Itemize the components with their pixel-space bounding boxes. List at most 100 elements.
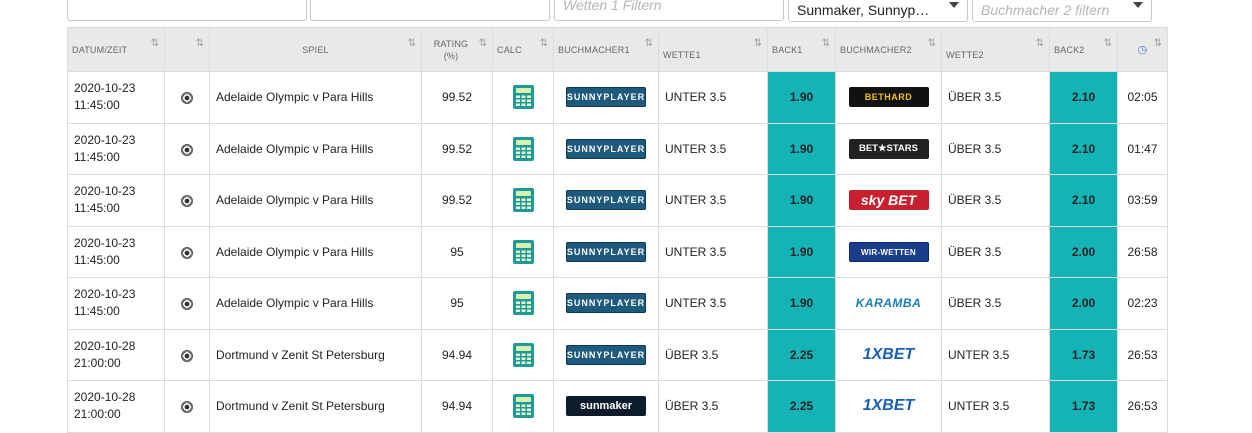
cell-back1[interactable]: 1.90 [767, 174, 836, 227]
calculator-icon[interactable] [512, 342, 534, 367]
cell-back1[interactable]: 2.25 [767, 328, 836, 381]
calculator-icon[interactable] [512, 291, 534, 316]
sort-arrows-icon[interactable]: ⇅ [1154, 38, 1163, 49]
sort-arrows-icon[interactable]: ⇅ [151, 38, 160, 49]
bookmaker1-logo[interactable]: SUNNYPLAYER [566, 190, 646, 211]
cell-back1[interactable]: 1.90 [767, 71, 836, 124]
cell-bookmaker1[interactable]: SUNNYPLAYER [553, 225, 659, 278]
bookmakers1-filter-select[interactable]: Sunmaker, Sunnyp… [788, 0, 968, 22]
cell-calc[interactable] [492, 225, 554, 278]
sort-arrows-icon[interactable]: ⇅ [645, 38, 654, 49]
sort-arrows-icon[interactable]: ⇅ [408, 38, 417, 49]
col-header-age[interactable]: ◷ ⇅ [1117, 27, 1168, 72]
sort-arrows-icon[interactable]: ⇅ [822, 38, 831, 49]
cell-back2[interactable]: 2.10 [1049, 122, 1118, 175]
sort-arrows-icon[interactable]: ⇅ [754, 38, 763, 49]
sort-arrows-icon[interactable]: ⇅ [196, 38, 205, 49]
bookmaker2-logo[interactable]: 1XBET [849, 396, 929, 416]
cell-bookmaker1[interactable]: SUNNYPLAYER [553, 71, 659, 124]
calculator-icon[interactable] [512, 394, 534, 419]
cell-calc[interactable] [492, 174, 554, 227]
cell-bookmaker2[interactable]: BET★STARS [835, 122, 942, 175]
col-header-back1[interactable]: BACK1 ⇅ [767, 27, 836, 72]
cell-back2[interactable]: 2.00 [1049, 225, 1118, 278]
cell-back1[interactable]: 1.90 [767, 122, 836, 175]
game-filter-input[interactable] [310, 0, 550, 21]
cell-calc[interactable] [492, 277, 554, 330]
cell-bookmaker1[interactable]: SUNNYPLAYER [553, 277, 659, 330]
calculator-icon[interactable] [512, 188, 534, 213]
col-header-game[interactable]: SPIEL ⇅ [209, 27, 422, 72]
table-row[interactable]: 2020-10-28 21:00:00 Dortmund v Zenit St … [67, 328, 1168, 381]
bookmaker1-logo[interactable]: SUNNYPLAYER [566, 293, 646, 314]
cell-bookmaker1[interactable]: SUNNYPLAYER [553, 328, 659, 381]
table-row[interactable]: 2020-10-23 11:45:00 Adelaide Olympic v P… [67, 71, 1168, 124]
col-header-back2[interactable]: BACK2 ⇅ [1049, 27, 1118, 72]
cell-back2[interactable]: 1.73 [1049, 328, 1118, 381]
cell-back2[interactable]: 2.10 [1049, 174, 1118, 227]
col-header-bet1[interactable]: WETTE1 ⇅ [658, 27, 768, 72]
bookmaker2-logo[interactable]: BETHARD [848, 87, 929, 108]
sort-arrows-icon[interactable]: ⇅ [928, 38, 937, 49]
col-header-bet2[interactable]: WETTE2 ⇅ [941, 27, 1050, 72]
cell-bookmaker2[interactable]: sky BET [835, 174, 942, 227]
bookmaker1-logo[interactable]: SUNNYPLAYER [566, 87, 646, 108]
cell-calc[interactable] [492, 71, 554, 124]
table-row[interactable]: 2020-10-23 11:45:00 Adelaide Olympic v P… [67, 122, 1168, 175]
cell-bookmaker2[interactable]: BETHARD [835, 71, 942, 124]
cell-game[interactable]: Dortmund v Zenit St Petersburg [209, 380, 422, 433]
sort-arrows-icon[interactable]: ⇅ [540, 38, 549, 49]
bookmaker2-logo[interactable]: sky BET [848, 190, 929, 211]
col-header-sport[interactable]: ⇅ [164, 27, 210, 72]
cell-back1[interactable]: 1.90 [767, 277, 836, 330]
cell-calc[interactable] [492, 328, 554, 381]
bookmakers2-filter-select[interactable]: Buchmacher 2 filtern [972, 0, 1152, 22]
sort-arrows-icon[interactable]: ⇅ [1036, 38, 1045, 49]
cell-calc[interactable] [492, 380, 554, 433]
cell-back1[interactable]: 1.90 [767, 225, 836, 278]
calculator-icon[interactable] [512, 85, 534, 110]
calculator-icon[interactable] [512, 136, 534, 161]
col-header-calc[interactable]: CALC ⇅ [492, 27, 554, 72]
cell-game[interactable]: Adelaide Olympic v Para Hills [209, 71, 422, 124]
cell-bookmaker2[interactable]: KARAMBA [835, 277, 942, 330]
table-row[interactable]: 2020-10-23 11:45:00 Adelaide Olympic v P… [67, 277, 1168, 330]
bookmaker1-logo[interactable]: sunmaker [566, 396, 646, 417]
bookmaker1-logo[interactable]: SUNNYPLAYER [566, 138, 646, 159]
col-header-bookmaker2[interactable]: BUCHMACHER2 ⇅ [835, 27, 942, 72]
cell-calc[interactable] [492, 122, 554, 175]
cell-back2[interactable]: 2.10 [1049, 71, 1118, 124]
bookmaker2-logo[interactable]: WIR-WETTEN [848, 241, 929, 262]
cell-bookmaker1[interactable]: SUNNYPLAYER [553, 122, 659, 175]
cell-back2[interactable]: 2.00 [1049, 277, 1118, 330]
bookmaker2-logo[interactable]: KARAMBA [849, 293, 929, 313]
cell-back2[interactable]: 1.73 [1049, 380, 1118, 433]
bookmaker1-logo[interactable]: SUNNYPLAYER [566, 344, 646, 365]
table-row[interactable]: 2020-10-28 21:00:00 Dortmund v Zenit St … [67, 380, 1168, 433]
bets1-filter-select[interactable]: Wetten 1 Filtern [554, 0, 784, 21]
table-row[interactable]: 2020-10-23 11:45:00 Adelaide Olympic v P… [67, 174, 1168, 227]
cell-bookmaker2[interactable]: 1XBET [835, 328, 942, 381]
cell-bookmaker2[interactable]: 1XBET [835, 380, 942, 433]
cell-bookmaker2[interactable]: WIR-WETTEN [835, 225, 942, 278]
col-header-datetime[interactable]: DATUM/ZEIT ⇅ [67, 27, 165, 72]
cell-bookmaker1[interactable]: SUNNYPLAYER [553, 174, 659, 227]
cell-game[interactable]: Dortmund v Zenit St Petersburg [209, 328, 422, 381]
cell-game[interactable]: Adelaide Olympic v Para Hills [209, 122, 422, 175]
cell-game[interactable]: Adelaide Olympic v Para Hills [209, 225, 422, 278]
cell-bookmaker1[interactable]: sunmaker [553, 380, 659, 433]
col-header-rating[interactable]: RATING (%) ⇅ [421, 27, 493, 72]
datetime-filter-input[interactable] [67, 0, 307, 21]
table-row[interactable]: 2020-10-23 11:45:00 Adelaide Olympic v P… [67, 225, 1168, 278]
cell-game[interactable]: Adelaide Olympic v Para Hills [209, 277, 422, 330]
bets1-filter-placeholder: Wetten 1 Filtern [563, 0, 662, 13]
cell-game[interactable]: Adelaide Olympic v Para Hills [209, 174, 422, 227]
cell-back1[interactable]: 2.25 [767, 380, 836, 433]
calculator-icon[interactable] [512, 239, 534, 264]
sort-arrows-icon[interactable]: ⇅ [1104, 38, 1113, 49]
bookmaker2-logo[interactable]: BET★STARS [848, 138, 929, 159]
sort-arrows-icon[interactable]: ⇅ [479, 38, 488, 50]
bookmaker1-logo[interactable]: SUNNYPLAYER [566, 241, 646, 262]
bookmaker2-logo[interactable]: 1XBET [849, 345, 929, 365]
col-header-bookmaker1[interactable]: BUCHMACHER1 ⇅ [553, 27, 659, 72]
